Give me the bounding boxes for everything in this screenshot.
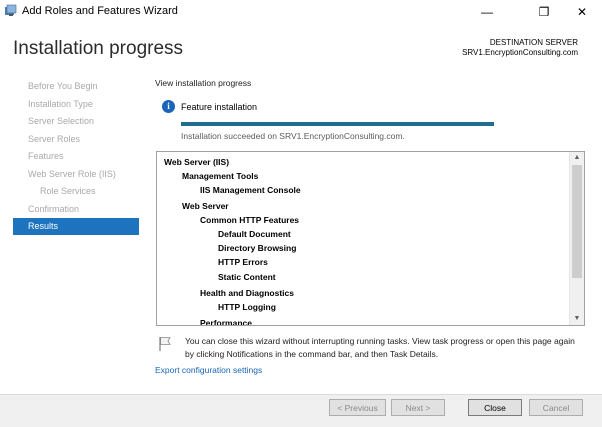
previous-button[interactable]: < Previous [329,399,386,416]
export-configuration-link[interactable]: Export configuration settings [155,365,262,375]
view-progress-label: View installation progress [155,78,252,88]
wizard-footer: < Previous Next > Close Cancel [0,394,602,427]
features-list-content: Web Server (IIS) Management Tools IIS Ma… [157,152,569,325]
nav-item-role-services: Role Services [40,186,96,196]
list-item: Static Content [218,272,276,282]
nav-item-before-you-begin: Before You Begin [28,81,98,91]
list-item: Health and Diagnostics [200,288,294,298]
maximize-button[interactable]: ❐ [524,0,564,24]
list-item: Common HTTP Features [200,215,300,225]
feature-installation-label: Feature installation [181,102,258,112]
minimize-button[interactable]: — [467,0,507,24]
nav-item-server-roles: Server Roles [28,133,81,144]
scroll-up-icon[interactable]: ▲ [570,152,584,164]
next-button[interactable]: Next > [391,399,445,416]
nav-item-features: Features [28,151,64,161]
nav-item-results[interactable]: Results [13,218,139,235]
list-item: Management Tools [182,171,259,181]
list-item: Default Document [218,229,291,239]
list-item: HTTP Logging [218,302,276,312]
close-window-button[interactable]: ✕ [562,0,602,24]
server-manager-icon [5,4,17,16]
list-item: HTTP Errors [218,257,268,267]
wizard-window: Add Roles and Features Wizard — ❐ ✕ Inst… [0,0,602,427]
info-icon: i [162,100,175,113]
nav-item-server-selection: Server Selection [28,116,95,126]
list-scrollbar[interactable]: ▲ ▼ [569,152,584,325]
cancel-button[interactable]: Cancel [529,399,583,416]
list-item: Performance [200,318,252,326]
nav-item-installation-type: Installation Type [28,98,93,109]
window-title: Add Roles and Features Wizard [22,5,178,17]
scroll-thumb[interactable] [572,165,582,278]
notification-flag-icon [159,337,171,351]
wizard-nav: Before You Begin Installation Type Serve… [13,78,139,235]
list-item: Web Server [182,201,229,211]
progress-fill [181,122,494,126]
close-button[interactable]: Close [468,399,522,416]
list-item: IIS Management Console [200,185,301,195]
installation-progress-bar [181,122,494,126]
destination-server: DESTINATION SERVER SRV1.EncryptionConsul… [462,38,578,58]
nav-item-confirmation: Confirmation [28,203,80,214]
destination-server-name: SRV1.EncryptionConsulting.com [462,48,578,57]
list-item: Directory Browsing [218,243,297,253]
scroll-down-icon[interactable]: ▼ [570,313,584,325]
list-item: Web Server (IIS) [164,157,230,167]
title-bar[interactable]: Add Roles and Features Wizard — ❐ ✕ [0,0,602,24]
page-title: Installation progress [13,38,184,59]
notice-text: You can close this wizard without interr… [185,336,575,359]
destination-label: DESTINATION SERVER [489,38,578,47]
status-text: Installation succeeded on SRV1.Encryptio… [181,131,405,141]
installed-features-list[interactable]: Web Server (IIS) Management Tools IIS Ma… [156,151,585,326]
nav-item-web-server-role: Web Server Role (IIS) [28,168,116,179]
